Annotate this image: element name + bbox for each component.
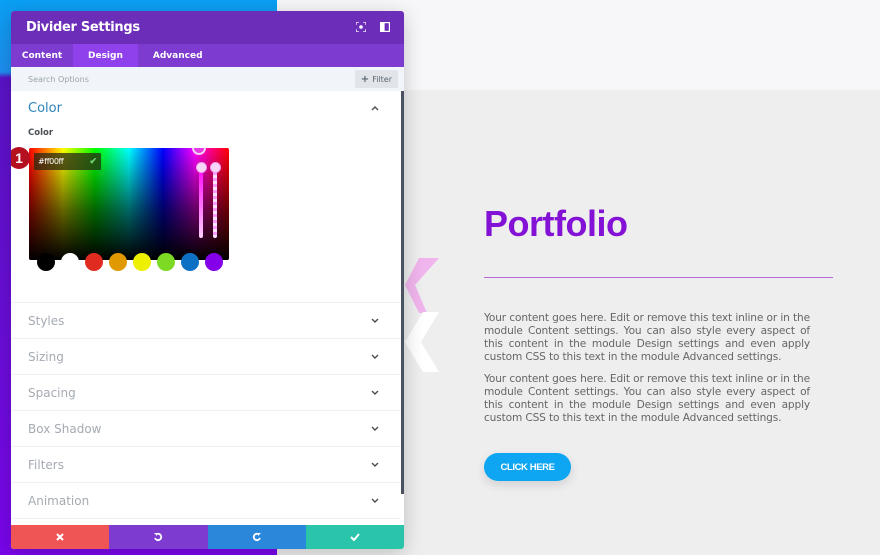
filter-button[interactable]: + Filter — [354, 70, 398, 88]
swatch-yellow[interactable] — [133, 253, 151, 271]
section-title: Filters — [28, 457, 64, 472]
confirm-check-icon[interactable]: ✔ — [89, 156, 97, 167]
section-title: Box Shadow — [28, 421, 102, 436]
filter-label: Filter — [372, 74, 392, 84]
step-badge: 1 — [11, 147, 30, 169]
chevron-up-icon[interactable] — [371, 106, 379, 111]
section-title: Spacing — [28, 385, 76, 400]
section-title: Animation — [28, 493, 90, 508]
color-picker-gradient[interactable]: #ff00ff ✔ — [29, 148, 229, 260]
section-color: Color Color 1 #ff00ff ✔ — [11, 91, 401, 303]
undo-button[interactable] — [109, 525, 208, 549]
swatch-red[interactable] — [85, 253, 103, 271]
chevron-down-icon[interactable] — [371, 426, 379, 431]
chevron-down-icon[interactable] — [371, 462, 379, 467]
swatch-purple[interactable] — [205, 253, 223, 271]
opacity-slider[interactable] — [213, 166, 217, 238]
chevron-down-icon[interactable] — [371, 498, 379, 503]
redo-icon — [252, 532, 261, 542]
section-title: Styles — [28, 313, 65, 328]
chevron-down-icon[interactable] — [371, 354, 379, 359]
opacity-slider-handle[interactable] — [210, 162, 221, 173]
tab-bar: Content Design Advanced — [11, 44, 404, 67]
section-spacing[interactable]: Spacing — [11, 375, 401, 411]
hue-slider-handle[interactable] — [196, 162, 207, 173]
section-styles[interactable]: Styles — [11, 303, 401, 339]
hue-slider[interactable] — [199, 166, 203, 238]
settings-body: Color Color 1 #ff00ff ✔ Styles Sizing Sp… — [11, 91, 401, 525]
section-animation[interactable]: Animation — [11, 483, 401, 519]
section-sizing[interactable]: Sizing — [11, 339, 401, 375]
swatch-white[interactable] — [61, 253, 79, 271]
undo-icon — [154, 532, 163, 542]
color-field-label: Color — [28, 128, 54, 138]
section-box-shadow[interactable]: Box Shadow — [11, 411, 401, 447]
panel-title: Divider Settings — [26, 20, 140, 35]
discard-button[interactable] — [11, 525, 110, 549]
search-row: + Filter — [11, 67, 404, 91]
portfolio-heading: Portfolio — [484, 203, 628, 244]
search-options-input[interactable] — [28, 74, 228, 84]
hex-input[interactable]: #ff00ff — [38, 157, 64, 166]
chevron-shape-white — [405, 312, 439, 372]
click-here-button[interactable]: CLICK HERE — [484, 453, 571, 481]
hex-input-box[interactable]: #ff00ff ✔ — [34, 153, 101, 170]
redo-button[interactable] — [207, 525, 306, 549]
swatch-black[interactable] — [37, 253, 55, 271]
chevron-shape-pink — [405, 258, 439, 313]
focus-mode-icon[interactable] — [356, 22, 366, 32]
divider-line[interactable] — [484, 277, 833, 278]
tab-design[interactable]: Design — [73, 44, 138, 67]
chevron-down-icon[interactable] — [371, 390, 379, 395]
panel-footer — [11, 525, 404, 549]
tab-advanced[interactable]: Advanced — [138, 44, 218, 67]
check-icon — [350, 533, 360, 541]
section-filters[interactable]: Filters — [11, 447, 401, 483]
section-title-color[interactable]: Color — [28, 101, 62, 116]
panel-scrollbar[interactable] — [401, 91, 404, 494]
color-swatches — [37, 253, 223, 271]
save-button[interactable] — [305, 525, 404, 549]
swatch-blue[interactable] — [181, 253, 199, 271]
plus-icon: + — [360, 73, 370, 85]
body-paragraph: Your content goes here. Edit or remove t… — [484, 373, 810, 424]
swatch-green[interactable] — [157, 253, 175, 271]
chevron-down-icon[interactable] — [371, 318, 379, 323]
section-title: Sizing — [28, 349, 64, 364]
body-paragraph: Your content goes here. Edit or remove t… — [484, 312, 810, 363]
split-view-icon[interactable] — [380, 22, 390, 32]
divider-settings-panel: Divider Settings Content Design Advanced… — [11, 11, 404, 549]
panel-header[interactable]: Divider Settings — [11, 11, 404, 44]
close-icon — [56, 533, 64, 541]
hue-picker-handle[interactable] — [192, 148, 206, 155]
tab-content[interactable]: Content — [11, 44, 73, 67]
swatch-orange[interactable] — [109, 253, 127, 271]
